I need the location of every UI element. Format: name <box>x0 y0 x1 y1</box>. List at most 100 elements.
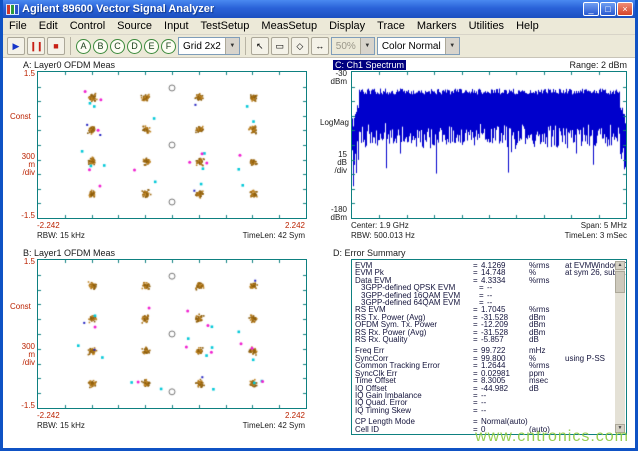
menu-item-trace[interactable]: Trace <box>371 19 411 33</box>
play-button[interactable]: ▶ <box>7 37 25 55</box>
menu-item-help[interactable]: Help <box>510 19 545 33</box>
metric-unit <box>529 399 565 406</box>
menu-item-control[interactable]: Control <box>64 19 111 33</box>
metric-unit <box>535 292 571 299</box>
metric-value: -44.982 <box>481 385 529 392</box>
panel-b-xmax-label: 2.242 <box>285 411 305 420</box>
pause-button[interactable]: ❙❙ <box>27 37 45 55</box>
menu-item-markers[interactable]: Markers <box>411 19 463 33</box>
trace-button-d[interactable]: D <box>127 39 142 54</box>
minimize-button[interactable]: _ <box>583 2 599 16</box>
trace-button-e[interactable]: E <box>144 39 159 54</box>
toolbar-separator <box>245 37 246 55</box>
menu-item-utilities[interactable]: Utilities <box>463 19 510 33</box>
menu-item-input[interactable]: Input <box>158 19 194 33</box>
panel-c-ymin-unit: dBm <box>319 213 347 222</box>
close-button[interactable]: × <box>617 2 633 16</box>
panel-d-title: D: Error Summary <box>333 248 406 258</box>
panel-b-timelen-label: TimeLen: 42 Sym <box>243 421 305 430</box>
metric-note <box>565 407 613 414</box>
metric-value: -- <box>487 292 535 299</box>
panel-b-title: B: Layer1 OFDM Meas <box>23 248 115 258</box>
chevron-down-icon[interactable]: ▼ <box>225 38 239 54</box>
pointer-tool-button[interactable]: ↖ <box>251 37 269 55</box>
scroll-down-button[interactable]: ▼ <box>615 424 625 433</box>
record-button[interactable]: ■ <box>47 37 65 55</box>
panel-c-center-label: Center: 1.9 GHz <box>351 221 409 230</box>
trace-button-b[interactable]: B <box>93 39 108 54</box>
zoom-level-value: 50% <box>332 41 360 52</box>
metric-note <box>565 329 613 336</box>
metric-value: -- <box>481 407 529 414</box>
error-summary-rows: EVM=4.1269%rmsat EVMWindow CenterEVM Pk=… <box>355 262 613 433</box>
marker-tool-button[interactable]: ◇ <box>291 37 309 55</box>
metric-note <box>565 362 613 369</box>
chevron-down-icon[interactable]: ▼ <box>360 38 374 54</box>
panel-b-yaxis-label: Const <box>10 302 31 311</box>
panel-a-timelen-label: TimeLen: 42 Sym <box>243 231 305 240</box>
trace-button-f[interactable]: F <box>161 39 176 54</box>
chevron-down-icon[interactable]: ▼ <box>445 38 459 54</box>
menu-item-edit[interactable]: Edit <box>33 19 64 33</box>
menu-item-testsetup[interactable]: TestSetup <box>195 19 256 33</box>
zoom-level-dropdown[interactable]: 50% ▼ <box>331 37 375 55</box>
error-summary-scrollbar[interactable]: ▲ ▼ <box>615 261 625 433</box>
grid-layout-dropdown[interactable]: Grid 2x2 ▼ <box>178 37 240 55</box>
scroll-thumb[interactable] <box>615 271 625 293</box>
metric-unit: (auto) <box>529 426 565 433</box>
panel-c-spectrum: C: Ch1 Spectrum Range: 2 dBm -30 dBm Log… <box>317 60 635 246</box>
grid-layout-value: Grid 2x2 <box>179 41 225 52</box>
menu-item-meassetup[interactable]: MeasSetup <box>255 19 323 33</box>
panel-c-scale-div: /div <box>319 166 347 175</box>
metric-note <box>565 321 613 328</box>
metric-value: Normal(auto) <box>481 418 529 425</box>
band-marker-tool-button[interactable]: ↔ <box>311 37 329 55</box>
maximize-button[interactable]: □ <box>600 2 616 16</box>
panel-d-error-summary: D: Error Summary EVM=4.1269%rmsat EVMWin… <box>317 248 635 438</box>
panel-a-ymax-label: 1.5 <box>7 69 35 78</box>
trace-buttons: ABCDEF <box>76 39 176 54</box>
panel-c-rbw-label: RBW: 500.013 Hz <box>351 231 415 240</box>
metric-note <box>565 385 613 392</box>
error-summary-row: Cell ID=0(auto) <box>355 426 613 433</box>
metric-note: using P-SS <box>565 355 613 362</box>
metric-label: IQ Timing Skew <box>355 407 473 414</box>
metric-label: RS Rx. Quality <box>355 336 473 343</box>
error-summary-row: RS Rx. Quality=-5.857dB <box>355 336 613 343</box>
metric-note <box>565 418 613 425</box>
toolbar-separator <box>70 37 71 55</box>
panel-b-plot-area[interactable] <box>37 259 307 409</box>
panel-c-ymax-unit: dBm <box>319 77 347 86</box>
equals-sign: = <box>473 426 481 433</box>
scroll-up-button[interactable]: ▲ <box>615 261 625 270</box>
zoom-box-tool-button[interactable]: ▭ <box>271 37 289 55</box>
menu-item-display[interactable]: Display <box>323 19 371 33</box>
color-mode-dropdown[interactable]: Color Normal ▼ <box>377 37 460 55</box>
title-bar: Agilent 89600 Vector Signal Analyzer _ □… <box>3 0 635 18</box>
panel-a-xmax-label: 2.242 <box>285 221 305 230</box>
metric-note <box>571 284 613 291</box>
equals-sign: = <box>473 336 481 343</box>
metric-unit <box>529 392 565 399</box>
panel-c-timelen-label: TimeLen: 3 mSec <box>565 231 627 240</box>
panel-a-title: A: Layer0 OFDM Meas <box>23 60 115 70</box>
metric-note <box>565 277 613 284</box>
metric-note <box>565 314 613 321</box>
metric-value: 0 <box>481 426 529 433</box>
menu-item-file[interactable]: File <box>3 19 33 33</box>
panel-c-plot-area[interactable] <box>351 71 627 219</box>
metric-note <box>565 370 613 377</box>
panel-a-plot-area[interactable] <box>37 71 307 219</box>
metric-note <box>571 292 613 299</box>
metric-value: -5.857 <box>481 336 529 343</box>
constellation-canvas-b[interactable] <box>38 260 306 408</box>
toolbar: ▶ ❙❙ ■ ABCDEF Grid 2x2 ▼ ↖ ▭ ◇ ↔ 50% ▼ C… <box>3 35 635 58</box>
metric-note <box>565 377 613 384</box>
trace-button-a[interactable]: A <box>76 39 91 54</box>
constellation-canvas-a[interactable] <box>38 72 306 218</box>
trace-button-c[interactable]: C <box>110 39 125 54</box>
metric-unit: dB <box>529 385 565 392</box>
spectrum-canvas[interactable] <box>352 72 626 218</box>
menu-item-source[interactable]: Source <box>111 19 158 33</box>
metric-value: -- <box>481 399 529 406</box>
